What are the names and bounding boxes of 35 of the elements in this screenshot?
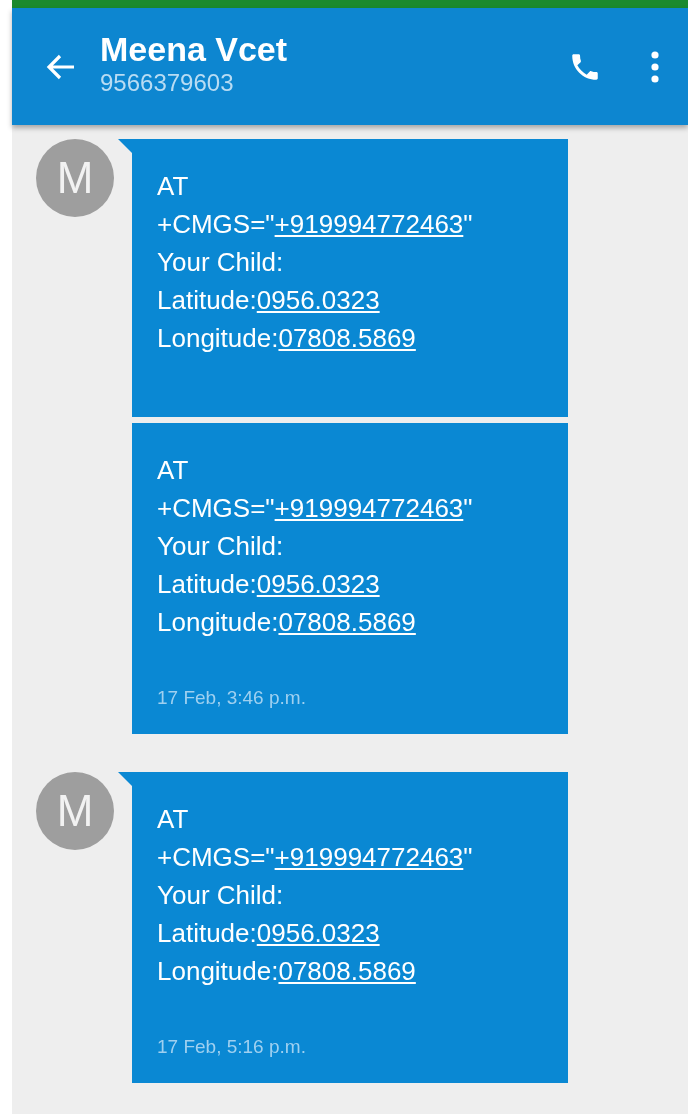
number-link[interactable]: +919994772463	[274, 209, 464, 239]
phone-number: 9566379603	[100, 68, 235, 98]
message-text: Longitude:	[157, 955, 279, 986]
message-text: Your Child:	[157, 531, 284, 561]
number-link[interactable]: 0956.0323	[256, 285, 380, 315]
timestamp: 17 Feb, 5:16 p.m.	[157, 1035, 307, 1059]
more-options-icon[interactable]	[650, 49, 660, 84]
avatar: M	[36, 139, 114, 217]
message-text: Latitude:	[157, 917, 257, 948]
message-text: Longitude:	[157, 323, 279, 353]
message-text: +CMGS="	[157, 209, 275, 239]
message-text: Latitude:	[157, 285, 257, 315]
message-text: AT	[157, 171, 189, 201]
message-text: "	[463, 493, 473, 523]
number-link[interactable]: 0956.0323	[256, 917, 380, 948]
timestamp: 17 Feb, 3:46 p.m.	[157, 687, 307, 710]
message-text: "	[463, 841, 473, 872]
number-link[interactable]: 0956.0323	[256, 569, 380, 599]
number-link[interactable]: 07808.5869	[278, 955, 416, 986]
message-text: Longitude:	[157, 607, 279, 637]
message-text: Your Child:	[157, 247, 284, 277]
avatar: M	[36, 771, 114, 850]
number-link[interactable]: +919994772463	[274, 841, 464, 872]
number-link[interactable]: 07808.5869	[278, 323, 416, 353]
message-text: AT	[157, 455, 189, 485]
message-text: Your Child:	[157, 879, 284, 910]
back-icon[interactable]	[46, 53, 76, 80]
message-text: "	[463, 209, 473, 239]
contact-name: Meena Vcet	[100, 31, 289, 69]
message-text: AT	[157, 803, 189, 834]
message-text: +CMGS="	[157, 841, 275, 872]
number-link[interactable]: +919994772463	[274, 493, 464, 523]
message-text: +CMGS="	[157, 493, 275, 523]
message-text: Latitude:	[157, 569, 257, 599]
number-link[interactable]: 07808.5869	[278, 607, 416, 637]
